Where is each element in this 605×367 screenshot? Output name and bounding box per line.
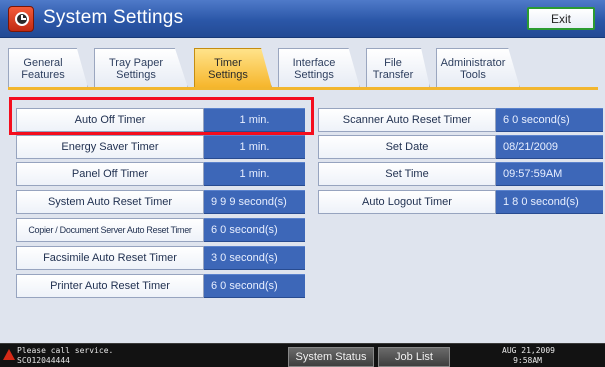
energy-saver-timer-value: 1 min. [204, 135, 305, 159]
tab-label: Administrator Tools [440, 56, 506, 81]
setting-facsimile-auto-reset-timer: Facsimile Auto Reset Timer 3 0 second(s) [16, 246, 305, 270]
facsimile-auto-reset-timer-button[interactable]: Facsimile Auto Reset Timer [16, 246, 204, 270]
setting-set-date: Set Date 08/21/2009 [318, 135, 603, 159]
setting-auto-logout-timer: Auto Logout Timer 1 8 0 second(s) [318, 190, 603, 214]
job-list-button[interactable]: Job List [378, 347, 450, 367]
setting-panel-off-timer: Panel Off Timer 1 min. [16, 162, 305, 186]
tab-interface-settings[interactable]: Interface Settings [278, 48, 360, 88]
tab-file-transfer[interactable]: File Transfer [366, 48, 430, 88]
panel-off-timer-button[interactable]: Panel Off Timer [16, 162, 204, 186]
service-code: SC012044444 [17, 356, 70, 365]
exit-button[interactable]: Exit [527, 7, 595, 30]
scanner-auto-reset-timer-value: 6 0 second(s) [496, 108, 603, 132]
status-bar: Please call service. SC012044444 System … [0, 343, 605, 367]
setting-set-time: Set Time 09:57:59AM [318, 162, 603, 186]
status-date: AUG 21,2009 [502, 346, 555, 355]
status-time: 9:58AM [513, 356, 542, 365]
tab-strip: General Features Tray Paper Settings Tim… [0, 38, 605, 102]
auto-off-timer-button[interactable]: Auto Off Timer [16, 108, 204, 132]
tab-timer-settings[interactable]: Timer Settings [194, 48, 272, 88]
system-auto-reset-timer-value: 9 9 9 second(s) [204, 190, 305, 214]
set-time-button[interactable]: Set Time [318, 162, 496, 186]
setting-scanner-auto-reset-timer: Scanner Auto Reset Timer 6 0 second(s) [318, 108, 603, 132]
status-message: Please call service. [17, 346, 114, 355]
setting-auto-off-timer: Auto Off Timer 1 min. [16, 108, 305, 132]
system-status-button[interactable]: System Status [288, 347, 374, 367]
energy-saver-timer-button[interactable]: Energy Saver Timer [16, 135, 204, 159]
setting-printer-auto-reset-timer: Printer Auto Reset Timer 6 0 second(s) [16, 274, 305, 298]
window-title: System Settings [43, 7, 184, 28]
tab-label: Interface Settings [292, 56, 336, 81]
copier-document-server-auto-reset-timer-button[interactable]: Copier / Document Server Auto Reset Time… [16, 218, 204, 242]
printer-auto-reset-timer-button[interactable]: Printer Auto Reset Timer [16, 274, 204, 298]
scanner-auto-reset-timer-button[interactable]: Scanner Auto Reset Timer [318, 108, 496, 132]
clock-icon [15, 12, 29, 26]
tab-tray-paper-settings[interactable]: Tray Paper Settings [94, 48, 188, 88]
set-date-button[interactable]: Set Date [318, 135, 496, 159]
auto-off-timer-value: 1 min. [204, 108, 305, 132]
title-bar: System Settings Exit [0, 0, 605, 38]
panel-off-timer-value: 1 min. [204, 162, 305, 186]
tab-label: Tray Paper Settings [108, 56, 163, 81]
tab-general-features[interactable]: General Features [8, 48, 88, 88]
settings-panel: Auto Off Timer 1 min. Energy Saver Timer… [0, 102, 605, 342]
warning-icon [3, 349, 15, 360]
setting-system-auto-reset-timer: System Auto Reset Timer 9 9 9 second(s) [16, 190, 305, 214]
tab-label: Timer Settings [208, 56, 248, 81]
tab-underline [8, 87, 598, 90]
auto-logout-timer-button[interactable]: Auto Logout Timer [318, 190, 496, 214]
system-settings-icon [8, 6, 34, 32]
printer-auto-reset-timer-value: 6 0 second(s) [204, 274, 305, 298]
tab-label: General Features [21, 56, 65, 81]
set-date-value: 08/21/2009 [496, 135, 603, 159]
screen: System Settings Exit General Features Tr… [0, 0, 605, 367]
set-time-value: 09:57:59AM [496, 162, 603, 186]
facsimile-auto-reset-timer-value: 3 0 second(s) [204, 246, 305, 270]
setting-energy-saver-timer: Energy Saver Timer 1 min. [16, 135, 305, 159]
system-auto-reset-timer-button[interactable]: System Auto Reset Timer [16, 190, 204, 214]
copier-document-server-auto-reset-timer-value: 6 0 second(s) [204, 218, 305, 242]
setting-copier-document-server-auto-reset-timer: Copier / Document Server Auto Reset Time… [16, 218, 305, 242]
tab-label: File Transfer [372, 56, 414, 81]
tab-administrator-tools[interactable]: Administrator Tools [436, 48, 520, 88]
auto-logout-timer-value: 1 8 0 second(s) [496, 190, 603, 214]
